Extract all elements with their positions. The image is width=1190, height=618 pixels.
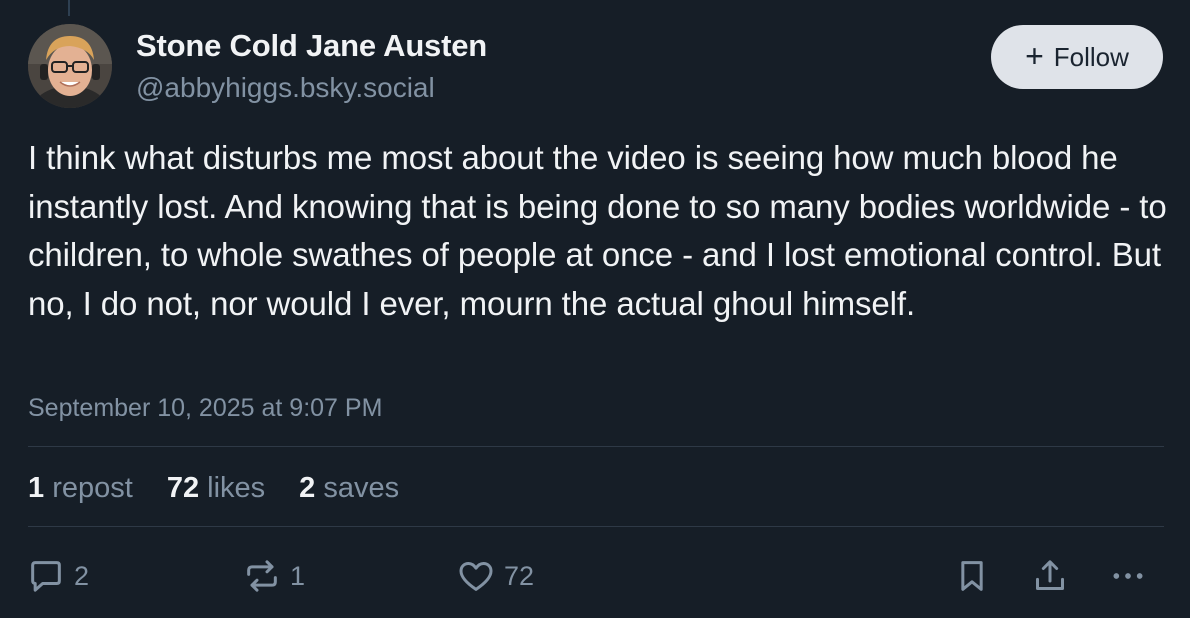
likes-count-link[interactable]: 72 likes [167, 472, 265, 505]
like-button[interactable]: 72 [456, 552, 534, 600]
saves-count-link[interactable]: 2 saves [299, 472, 399, 505]
like-action-count: 72 [504, 560, 535, 591]
reply-count: 2 [74, 560, 90, 591]
post-text: I think what disturbs me most about the … [28, 139, 1167, 322]
follow-button-label: Follow [1053, 41, 1129, 72]
more-icon [1113, 573, 1143, 579]
follow-button[interactable]: + Follow [991, 25, 1163, 89]
reply-button[interactable]: 2 [26, 552, 89, 600]
likes-count: 72 [166, 471, 200, 504]
saves-count: 2 [299, 471, 316, 504]
repost-label: repost [52, 471, 133, 504]
profile-photo-icon [28, 24, 112, 108]
repost-count: 1 [28, 471, 45, 504]
heart-icon [459, 562, 493, 591]
divider [28, 446, 1164, 447]
more-options-button[interactable] [1108, 552, 1148, 600]
share-button[interactable] [1030, 552, 1070, 600]
repost-action-count: 1 [290, 560, 306, 591]
avatar[interactable] [28, 24, 112, 108]
repost-button[interactable]: 1 [242, 552, 305, 600]
author-handle[interactable]: @abbyhiggs.bsky.social [136, 72, 435, 104]
bookmark-button[interactable] [952, 552, 992, 600]
repost-count-link[interactable]: 1 repost [28, 472, 133, 505]
post-timestamp[interactable]: September 10, 2025 at 9:07 PM [28, 394, 382, 423]
bookmark-icon [961, 561, 983, 591]
plus-icon: + [1025, 37, 1044, 74]
likes-label: likes [207, 471, 266, 504]
author-display-name[interactable]: Stone Cold Jane Austen [136, 28, 487, 64]
saves-label: saves [323, 471, 400, 504]
divider [28, 526, 1164, 527]
post-stats: 1 repost 72 likes 2 saves [28, 468, 399, 508]
reply-icon [31, 561, 61, 592]
thread-line [68, 0, 70, 16]
repost-icon [247, 560, 277, 592]
share-icon [1036, 560, 1064, 590]
